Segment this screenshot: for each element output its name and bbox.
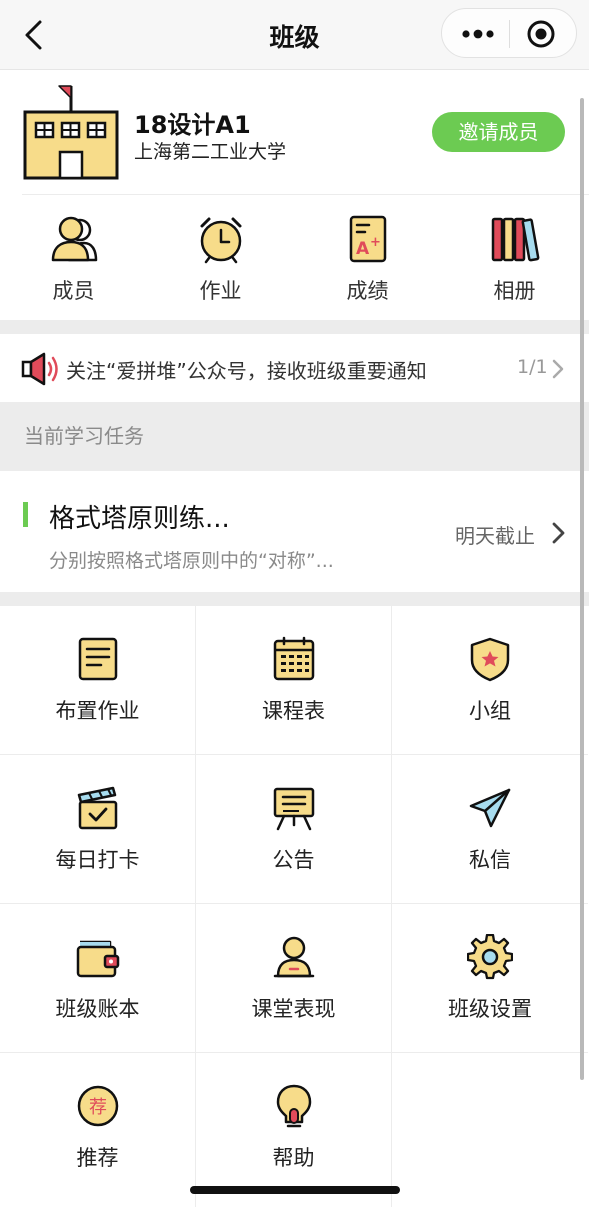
timetable-calendar-icon xyxy=(273,636,315,681)
feature-grid: 布置作业 课程表 小组 每日打卡 公告 私信 班级账本 课堂表现 班级设置 荐 … xyxy=(0,606,589,1207)
feature-label: 帮助 xyxy=(272,1146,315,1170)
task-due: 明天截止 xyxy=(455,524,535,548)
feature-recommend[interactable]: 荐 推荐 xyxy=(0,1053,196,1207)
announcement-board-icon xyxy=(273,787,315,831)
svg-text:A: A xyxy=(356,239,370,259)
wallet-icon xyxy=(76,940,120,978)
recommend-badge-icon: 荐 xyxy=(77,1085,119,1127)
home-indicator[interactable] xyxy=(190,1186,400,1194)
speaker-icon xyxy=(21,352,58,386)
more-dots-icon[interactable] xyxy=(460,21,496,47)
notice-bar[interactable]: 关注“爱拼堆”公众号，接收班级重要通知 1/1 xyxy=(0,334,589,402)
feature-label: 小组 xyxy=(469,699,511,723)
gear-icon xyxy=(467,934,513,980)
quick-nav-homework[interactable]: 作业 xyxy=(147,195,294,320)
mini-program-capsule xyxy=(441,8,577,58)
task-item[interactable]: 格式塔原则练... 分别按照格式塔原则中的“对称”... 明天截止 xyxy=(0,471,589,592)
quick-nav-label: 作业 xyxy=(199,279,242,303)
feature-label: 私信 xyxy=(469,848,511,872)
feature-label: 公告 xyxy=(272,848,315,872)
quick-nav-label: 相册 xyxy=(493,279,536,303)
section-title-current-tasks: 当前学习任务 xyxy=(0,402,589,471)
user-performance-icon xyxy=(273,936,315,978)
feature-label: 课程表 xyxy=(262,699,325,723)
nav-bar: 班级 xyxy=(0,0,589,70)
chevron-right-icon xyxy=(552,359,564,379)
task-description: 分别按照格式塔原则中的“对称”... xyxy=(49,550,334,572)
feature-daily-checkin[interactable]: 每日打卡 xyxy=(0,755,196,904)
feature-class-performance[interactable]: 课堂表现 xyxy=(196,904,392,1053)
group-shield-star-icon xyxy=(470,637,510,682)
feature-label: 班级设置 xyxy=(448,997,532,1021)
invite-members-button[interactable]: 邀请成员 xyxy=(432,112,565,152)
feature-timetable[interactable]: 课程表 xyxy=(196,606,392,755)
feature-group[interactable]: 小组 xyxy=(392,606,588,755)
task-title: 格式塔原则练... xyxy=(49,504,230,534)
quick-nav-label: 成员 xyxy=(52,279,95,303)
feature-private-message[interactable]: 私信 xyxy=(392,755,588,904)
class-name: 18设计A1 xyxy=(134,111,251,139)
task-accent-bar xyxy=(23,502,28,527)
section-gap xyxy=(0,320,589,334)
feature-label: 布置作业 xyxy=(55,699,140,723)
books-album-icon xyxy=(491,217,540,262)
quick-nav-label: 成绩 xyxy=(346,279,389,303)
school-name: 上海第二工业大学 xyxy=(134,141,287,163)
feature-label: 推荐 xyxy=(76,1146,119,1170)
svg-text:+: + xyxy=(370,235,381,250)
notice-page-indicator: 1/1 xyxy=(517,356,548,378)
feature-class-settings[interactable]: 班级设置 xyxy=(392,904,588,1053)
daily-checkin-icon xyxy=(77,786,118,830)
alarm-clock-icon xyxy=(200,217,242,264)
feature-announcement[interactable]: 公告 xyxy=(196,755,392,904)
feature-label: 班级账本 xyxy=(55,997,140,1021)
feature-label: 每日打卡 xyxy=(55,848,140,872)
notice-text: 关注“爱拼堆”公众号，接收班级重要通知 xyxy=(66,359,427,383)
feature-class-ledger[interactable]: 班级账本 xyxy=(0,904,196,1053)
chevron-right-icon xyxy=(552,522,565,544)
school-building-icon xyxy=(23,85,119,180)
recommend-badge-text: 荐 xyxy=(89,1097,107,1118)
section-gap xyxy=(0,592,589,606)
assignment-note-icon xyxy=(78,637,118,681)
quick-nav-grades[interactable]: A + 成绩 xyxy=(294,195,441,320)
quick-nav-album[interactable]: 相册 xyxy=(441,195,588,320)
quick-nav: 成员 作业 A + 成绩 相册 xyxy=(0,195,589,320)
target-circle-icon[interactable] xyxy=(526,19,556,49)
lightbulb-icon xyxy=(276,1084,312,1128)
feature-help[interactable]: 帮助 xyxy=(196,1053,392,1207)
members-icon xyxy=(51,216,98,262)
grade-a-plus-icon: A + xyxy=(349,215,387,263)
quick-nav-members[interactable]: 成员 xyxy=(0,195,147,320)
scrollbar[interactable] xyxy=(580,98,584,1080)
paper-plane-icon xyxy=(469,788,511,828)
feature-assign-homework[interactable]: 布置作业 xyxy=(0,606,196,755)
class-header: 18设计A1 上海第二工业大学 邀请成员 xyxy=(0,70,589,194)
capsule-divider xyxy=(509,20,510,48)
feature-label: 课堂表现 xyxy=(251,997,336,1021)
